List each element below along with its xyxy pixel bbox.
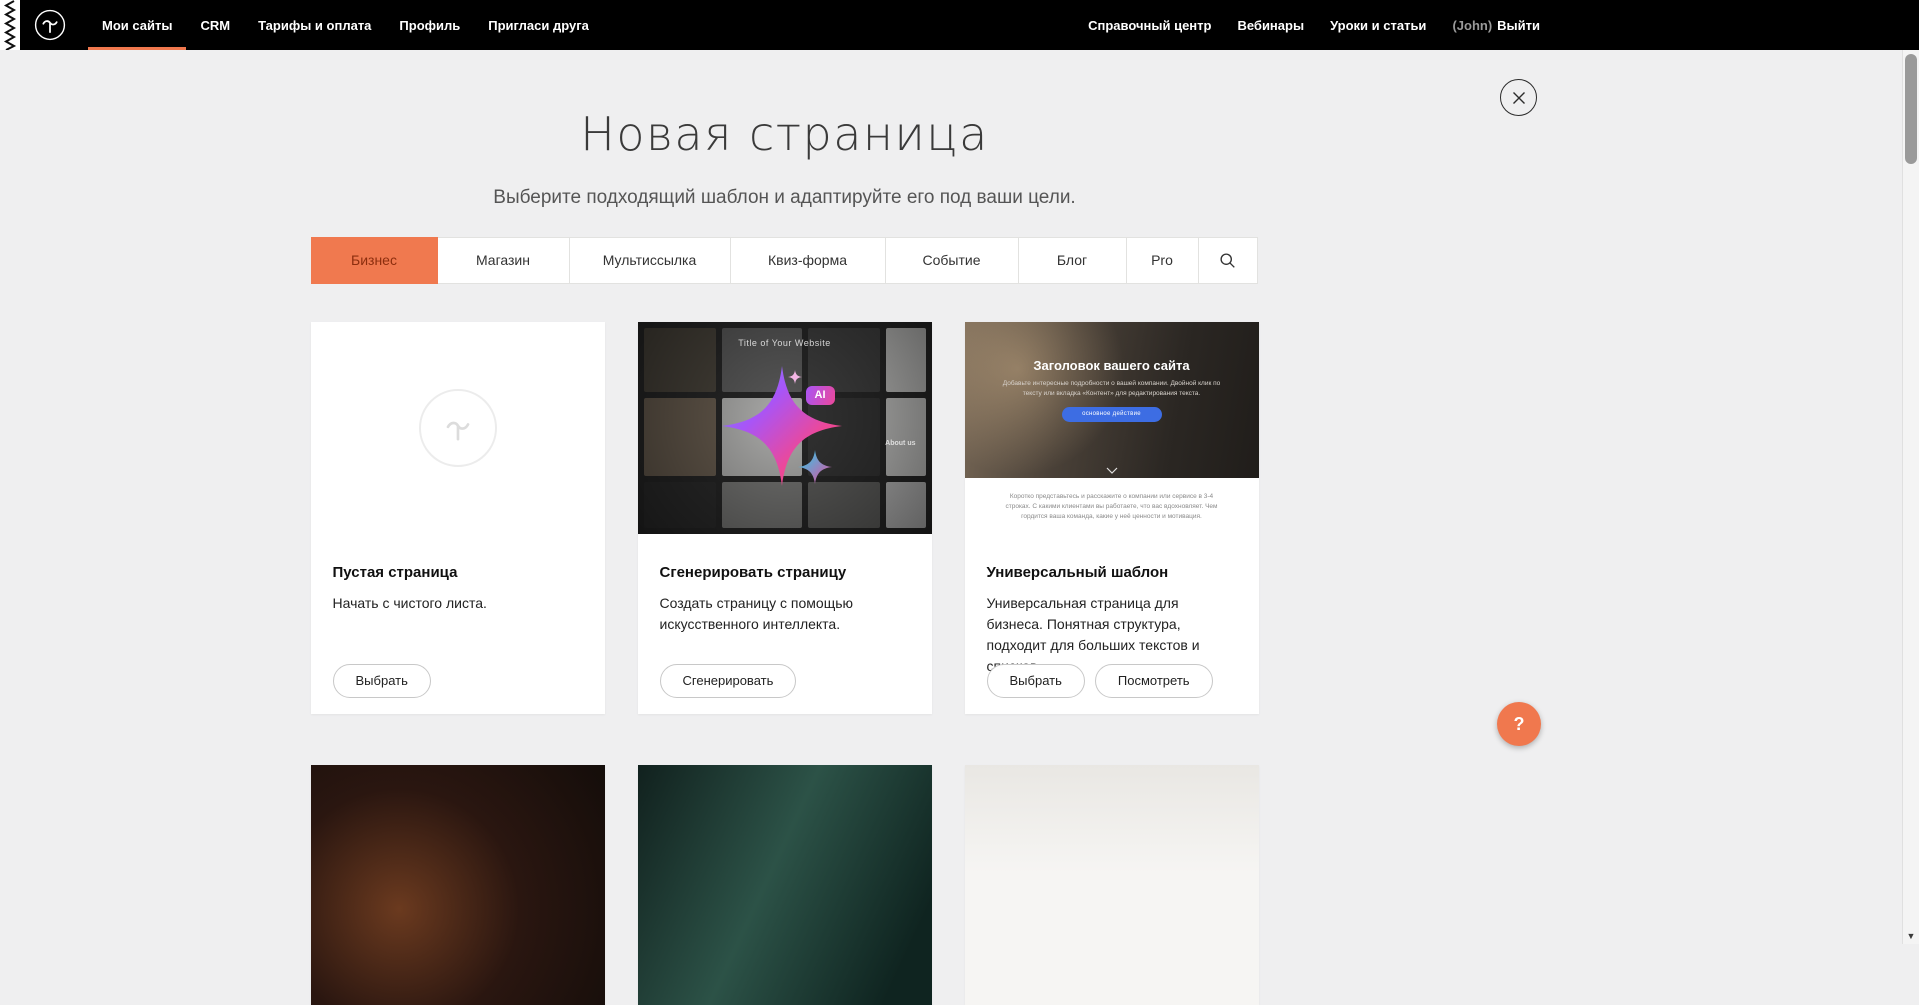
template-card-partial-2[interactable] [638,765,932,1005]
primary-nav: Мои сайты CRM Тарифы и оплата Профиль Пр… [88,0,603,50]
ai-generate-preview: Title of Your Website About us [638,322,932,534]
preview-body-text: Коротко представьтесь и расскажите о ком… [1000,492,1223,522]
search-icon [1219,252,1236,269]
zigzag-decoration-icon [0,0,20,50]
universal-template-preview: Заголовок вашего сайта Добавьте интересн… [965,322,1259,534]
close-icon [1511,90,1527,106]
template-card-partial-3[interactable] [965,765,1259,1005]
tab-business[interactable]: Бизнес [311,237,438,284]
select-universal-button[interactable]: Выбрать [987,664,1085,698]
card-actions: Выбрать [333,664,431,698]
card-actions: Выбрать Посмотреть [987,664,1213,698]
preview-body: Коротко представьтесь и расскажите о ком… [965,492,1259,534]
collage-site-title: Title of Your Website [638,338,932,348]
select-blank-button[interactable]: Выбрать [333,664,431,698]
tab-blog[interactable]: Блог [1019,237,1127,284]
secondary-nav: Справочный центр Вебинары Уроки и статьи… [1075,0,1569,50]
close-button[interactable] [1500,79,1537,116]
nav-item-my-sites[interactable]: Мои сайты [88,0,186,50]
card-body: Пустая страница Начать с чистого листа. [311,534,605,614]
nav-item-tariffs[interactable]: Тарифы и оплата [244,0,385,50]
category-tabs: Бизнес Магазин Мультиссылка Квиз-форма С… [311,237,1259,284]
preview-hero-title: Заголовок вашего сайта [965,322,1259,373]
nav-item-logout[interactable]: (John) Выйти [1439,0,1553,50]
scrollbar[interactable]: ▼ [1902,50,1919,944]
scrollbar-down-arrow[interactable]: ▼ [1903,928,1919,944]
generate-button[interactable]: Сгенерировать [660,664,797,698]
card-body: Универсальный шаблон Универсальная стран… [965,534,1259,677]
card-description: Начать с чистого листа. [333,593,583,614]
blank-page-preview [311,322,605,534]
logout-label: Выйти [1497,18,1540,33]
tilda-watermark-icon [419,389,497,467]
card-actions: Сгенерировать [660,664,797,698]
top-navbar: Мои сайты CRM Тарифы и оплата Профиль Пр… [0,0,1919,50]
card-body: Сгенерировать страницу Создать страницу … [638,534,932,635]
preview-hero: Заголовок вашего сайта Добавьте интересн… [965,322,1259,478]
card-title: Пустая страница [333,564,583,581]
nav-item-invite-friend[interactable]: Пригласи друга [474,0,603,50]
tab-pro[interactable]: Pro [1127,237,1199,284]
tilda-logo-icon[interactable] [34,9,66,41]
template-card-ai-generate[interactable]: Title of Your Website About us [638,322,932,714]
nav-item-webinars[interactable]: Вебинары [1224,0,1317,50]
template-preview-light [965,765,1259,1005]
collage-about-label: About us [885,440,915,447]
tab-store[interactable]: Магазин [438,237,570,284]
template-card-blank[interactable]: Пустая страница Начать с чистого листа. … [311,322,605,714]
new-page-screen: Новая страница Выберите подходящий шабло… [0,50,1569,1005]
preview-hero-subtitle: Добавьте интересные подробности о вашей … [994,379,1229,399]
view-universal-button[interactable]: Посмотреть [1095,664,1213,698]
tab-multilink[interactable]: Мультиссылка [570,237,731,284]
tab-search[interactable] [1199,237,1258,284]
nav-item-lessons[interactable]: Уроки и статьи [1317,0,1439,50]
nav-item-help-center[interactable]: Справочный центр [1075,0,1224,50]
nav-item-profile[interactable]: Профиль [385,0,474,50]
nav-item-crm[interactable]: CRM [186,0,244,50]
template-grid: Пустая страница Начать с чистого листа. … [311,322,1259,714]
page-subtitle: Выберите подходящий шаблон и адаптируйте… [0,187,1569,209]
navbar-inner: Мои сайты CRM Тарифы и оплата Профиль Пр… [0,0,1569,50]
scrollbar-thumb[interactable] [1905,54,1917,164]
card-title: Универсальный шаблон [987,564,1237,581]
template-card-partial-1[interactable] [311,765,605,1005]
template-card-universal[interactable]: Заголовок вашего сайта Добавьте интересн… [965,322,1259,714]
template-preview-dark [311,765,605,1005]
ai-sparkle-tiny-icon [788,370,802,384]
ai-sparkle-small-icon [798,450,832,484]
page-title: Новая страница [0,108,1569,161]
tab-quiz-form[interactable]: Квиз-форма [731,237,886,284]
preview-cta-button: основное действие [1062,407,1162,422]
user-name: (John) [1452,18,1492,33]
tab-event[interactable]: Событие [886,237,1019,284]
ai-badge: AI [806,386,835,405]
template-preview-teal [638,765,932,1005]
chevron-down-icon [1106,467,1118,474]
template-grid-row2 [311,765,1259,1005]
help-button[interactable]: ? [1497,702,1541,746]
card-description: Создать страницу с помощью искусственног… [660,593,910,635]
card-title: Сгенерировать страницу [660,564,910,581]
